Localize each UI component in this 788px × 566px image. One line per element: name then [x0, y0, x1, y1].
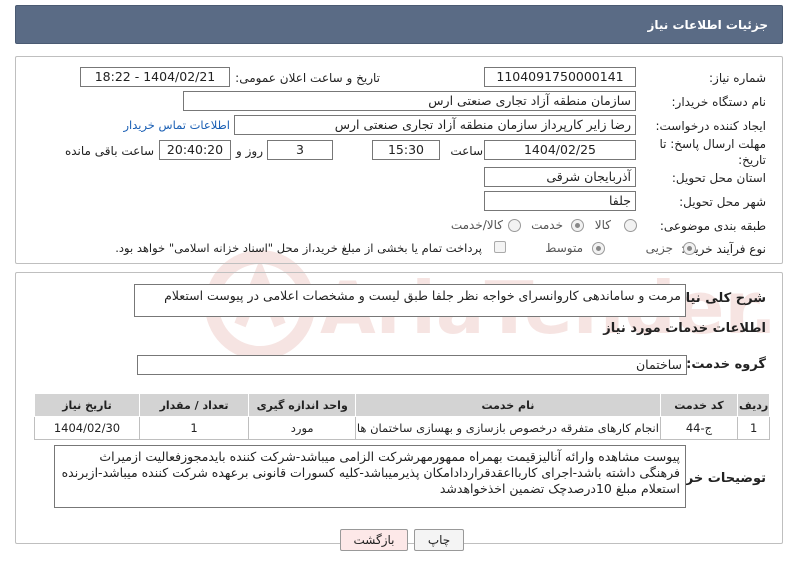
- need-number-field: 1104091750000141: [484, 67, 636, 87]
- deadline-time-field: 15:30: [372, 140, 440, 160]
- category-goods-service-radio[interactable]: [508, 219, 521, 232]
- treasury-payment-note: پرداخت تمام یا بخشی از مبلغ خرید،از محل …: [115, 241, 482, 255]
- page-title: جزئیات اطلاعات نیاز: [647, 18, 768, 32]
- col-quantity: تعداد / مقدار: [138, 393, 250, 417]
- days-remaining-field: 3: [267, 140, 333, 160]
- cell-service-name: انجام کارهای متفرقه درخصوص بازسازی و بهس…: [355, 416, 661, 440]
- table-row: 1 ج-44 انجام کارهای متفرقه درخصوص بازساز…: [34, 416, 770, 440]
- category-service-label: خدمت: [531, 218, 563, 232]
- process-medium-label: متوسط: [545, 241, 583, 255]
- remaining-time-label: ساعت باقی مانده: [64, 144, 154, 158]
- city-field: جلفا: [484, 191, 636, 211]
- treasury-payment-checkbox[interactable]: [494, 241, 506, 253]
- deadline-time-label: ساعت: [450, 144, 483, 158]
- process-minor-label: جزیی: [645, 241, 673, 255]
- remaining-time-field: 20:40:20: [159, 140, 231, 160]
- service-group-field: ساختمان: [137, 355, 687, 375]
- back-button[interactable]: بازگشت: [340, 529, 408, 551]
- city-label: شهر محل تحویل:: [679, 195, 766, 209]
- category-goods-label: کالا: [594, 218, 611, 232]
- cell-unit: مورد: [248, 416, 357, 440]
- page-header: جزئیات اطلاعات نیاز: [15, 5, 783, 44]
- summary-textarea: مرمت و ساماندهی کاروانسرای خواجه نظر جلف…: [134, 284, 686, 317]
- buyer-org-label: نام دستگاه خریدار:: [671, 95, 767, 109]
- cell-service-code: ج-44: [659, 416, 739, 440]
- process-minor-radio[interactable]: [683, 242, 696, 255]
- need-number-label: شماره نیاز:: [709, 71, 766, 85]
- col-unit: واحد اندازه گیری: [248, 393, 357, 417]
- services-table-header: ردیف کد خدمت نام خدمت واحد اندازه گیری ت…: [34, 393, 770, 417]
- creator-label: ایجاد کننده درخواست:: [655, 119, 766, 133]
- category-label: طبقه بندی موضوعی:: [659, 219, 766, 233]
- col-row: ردیف: [737, 393, 770, 417]
- category-goods-radio[interactable]: [624, 219, 637, 232]
- creator-field: رضا زایر کارپرداز سازمان منطقه آزاد تجار…: [234, 115, 636, 135]
- deadline-date-field: 1404/02/25: [484, 140, 636, 160]
- cell-quantity: 1: [138, 416, 250, 440]
- services-table: ردیف کد خدمت نام خدمت واحد اندازه گیری ت…: [34, 393, 770, 440]
- province-label: استان محل تحویل:: [671, 171, 766, 185]
- col-service-code: کد خدمت: [659, 393, 739, 417]
- buyer-notes-textarea: پیوست مشاهده وارائه آنالیزقیمت بهمراه مم…: [54, 445, 686, 508]
- summary-label: شرح کلی نیاز:: [672, 291, 766, 306]
- announce-datetime-label: تاریخ و ساعت اعلان عمومی:: [235, 71, 380, 85]
- buyer-contact-link[interactable]: اطلاعات تماس خریدار: [123, 118, 230, 132]
- col-need-date: تاریخ نیاز: [34, 393, 140, 417]
- province-field: آذربایجان شرقی: [484, 167, 636, 187]
- deadline-label: مهلت ارسال پاسخ: تا: [659, 137, 766, 151]
- print-button[interactable]: چاپ: [414, 529, 464, 551]
- services-section-title: اطلاعات خدمات مورد نیاز: [603, 321, 766, 336]
- announce-datetime-field: 1404/02/21 - 18:22: [80, 67, 230, 87]
- cell-need-date: 1404/02/30: [34, 416, 140, 440]
- cell-row: 1: [737, 416, 770, 440]
- deadline-date-label: تاریخ:: [738, 153, 766, 167]
- service-group-label: گروه خدمت:: [686, 357, 766, 372]
- days-label: روز و: [236, 144, 263, 158]
- col-service-name: نام خدمت: [355, 393, 661, 417]
- category-service-radio[interactable]: [571, 219, 584, 232]
- category-goods-service-label: کالا/خدمت: [450, 218, 503, 232]
- buyer-org-field: سازمان منطقه آزاد تجاری صنعتی ارس: [183, 91, 636, 111]
- process-medium-radio[interactable]: [592, 242, 605, 255]
